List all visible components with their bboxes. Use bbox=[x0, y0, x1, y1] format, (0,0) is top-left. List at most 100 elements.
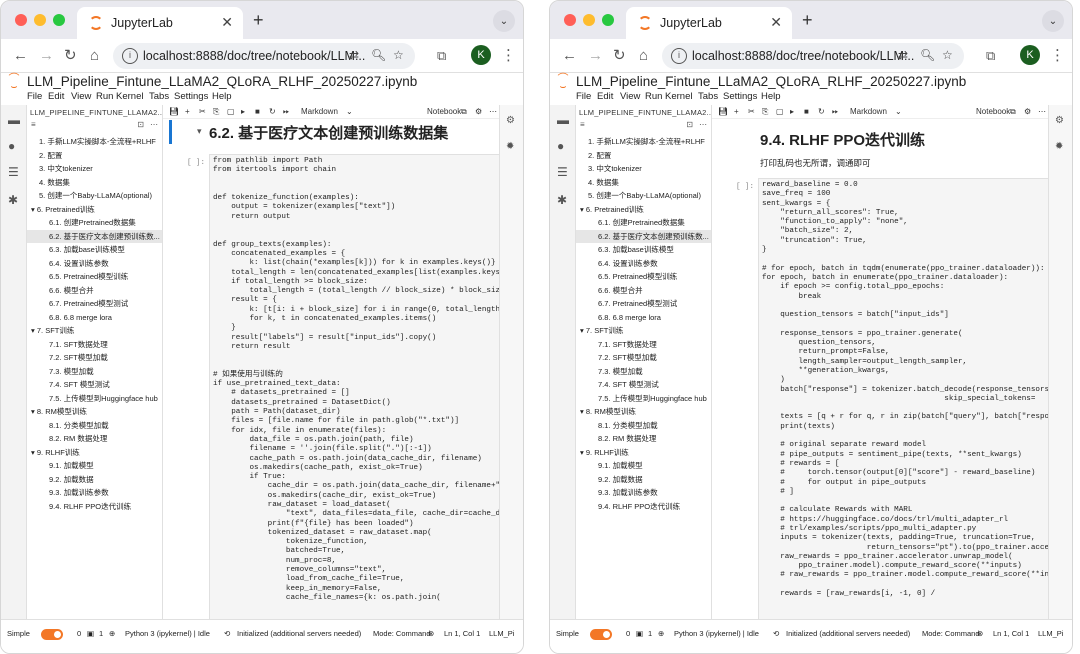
toc-item[interactable]: 1. 手撕LLM实操脚本-全流程+RLHF bbox=[27, 135, 162, 149]
toc-item[interactable]: 7.5. 上传模型到Huggingface hub bbox=[27, 392, 162, 406]
toc-item[interactable]: ▾ 9. RLHF训练 bbox=[27, 446, 162, 460]
site-info-icon[interactable]: i bbox=[122, 48, 138, 64]
debugger-icon[interactable]: ✹ bbox=[506, 141, 514, 152]
cut-icon[interactable]: ✂ bbox=[199, 107, 206, 116]
toc-item[interactable]: 9.3. 加载训练参数 bbox=[576, 486, 711, 500]
toc-item[interactable]: 6.6. 模型合并 bbox=[27, 284, 162, 298]
toc-item[interactable]: 9.2. 加载数据 bbox=[576, 473, 711, 487]
running-icon[interactable]: ● bbox=[8, 139, 15, 153]
toc-item[interactable]: 7.5. 上传模型到Huggingface hub bbox=[576, 392, 711, 406]
toc-item[interactable]: 8.1. 分类模型加载 bbox=[576, 419, 711, 433]
open-new-icon[interactable]: ⧉ bbox=[1010, 107, 1016, 117]
toc-item[interactable]: 9.1. 加载模型 bbox=[576, 459, 711, 473]
lsp-status[interactable]: Initialized (additional servers needed) bbox=[786, 629, 910, 638]
reload-icon[interactable]: ↻ bbox=[613, 46, 626, 66]
extensions-icon[interactable]: ⧉ bbox=[986, 46, 995, 66]
toc-item[interactable]: 7.3. 模型加载 bbox=[576, 365, 711, 379]
save-icon[interactable]: 💾︎ bbox=[718, 107, 728, 116]
toc-item[interactable]: 3. 中文tokenizer bbox=[576, 162, 711, 176]
restart-run-all-icon[interactable]: ⏩︎ bbox=[832, 107, 838, 117]
collapse-heading-icon[interactable]: ▾ bbox=[197, 126, 202, 137]
more-icon[interactable]: ⋯ bbox=[1038, 107, 1046, 116]
stop-icon[interactable]: ■ bbox=[255, 107, 260, 116]
address-bar[interactable]: i localhost:8888/doc/tree/notebook/LLM..… bbox=[113, 43, 415, 69]
copy-icon[interactable]: ⎘ bbox=[762, 107, 768, 117]
menu-run[interactable]: Run bbox=[645, 91, 662, 102]
more-icon[interactable]: ⋯ bbox=[489, 107, 497, 116]
cursor-position[interactable]: Ln 1, Col 1 bbox=[444, 629, 480, 638]
insert-cell-icon[interactable]: + bbox=[734, 107, 739, 116]
address-bar[interactable]: i localhost:8888/doc/tree/notebook/LLM..… bbox=[662, 43, 964, 69]
toc-item[interactable]: 6.5. Pretrained模型训练 bbox=[576, 270, 711, 284]
run-icon[interactable]: ▸ bbox=[790, 107, 794, 116]
forward-icon[interactable]: → bbox=[39, 46, 54, 66]
toc-item[interactable]: 9.1. 加载模型 bbox=[27, 459, 162, 473]
toc-item[interactable]: 4. 数据集 bbox=[576, 176, 711, 190]
toc-item[interactable]: 6.4. 设置训练参数 bbox=[576, 257, 711, 271]
toc-item[interactable]: 6.7. Pretrained模型测试 bbox=[27, 297, 162, 311]
toc-item[interactable]: 2. 配置 bbox=[27, 149, 162, 163]
back-icon[interactable]: ← bbox=[13, 46, 28, 66]
notebook-kernel-label[interactable]: Notebook bbox=[427, 107, 461, 116]
restart-icon[interactable]: ↻ bbox=[269, 107, 276, 116]
menu-edit[interactable]: Edit bbox=[48, 91, 64, 102]
menu-settings[interactable]: Settings bbox=[174, 91, 208, 102]
menu-run[interactable]: Run bbox=[96, 91, 113, 102]
reload-icon[interactable]: ↻ bbox=[64, 46, 77, 66]
simple-mode-toggle[interactable] bbox=[590, 629, 612, 640]
folder-icon[interactable]: ▬ bbox=[557, 113, 569, 127]
open-new-icon[interactable]: ⧉ bbox=[461, 107, 467, 117]
settings-gear-icon[interactable]: ⚙ bbox=[475, 107, 482, 116]
toc-item[interactable]: 5. 创建一个Baby-LLaMA(optional) bbox=[576, 189, 711, 203]
home-icon[interactable]: ⌂ bbox=[639, 46, 648, 66]
extension-manager-icon[interactable]: ✱ bbox=[557, 193, 567, 207]
toc-more-icon[interactable]: ⋯ bbox=[699, 120, 707, 129]
browser-menu-icon[interactable]: ⋮ bbox=[1050, 46, 1065, 66]
close-window-button[interactable] bbox=[15, 14, 27, 26]
maximize-window-button[interactable] bbox=[53, 14, 65, 26]
toc-item[interactable]: 7.2. SFT模型加载 bbox=[576, 351, 711, 365]
menu-tabs[interactable]: Tabs bbox=[698, 91, 718, 102]
extension-manager-icon[interactable]: ✱ bbox=[8, 193, 18, 207]
restart-icon[interactable]: ↻ bbox=[818, 107, 825, 116]
menu-edit[interactable]: Edit bbox=[597, 91, 613, 102]
browser-tab[interactable]: JupyterLab ✕ bbox=[626, 7, 792, 39]
new-tab-icon[interactable]: + bbox=[802, 10, 813, 31]
toc-item[interactable]: ▾ 9. RLHF训练 bbox=[576, 446, 711, 460]
toc-item[interactable]: 6.3. 加载base训练模型 bbox=[576, 243, 711, 257]
toc-collapse-icon[interactable]: ⊡ bbox=[686, 120, 693, 129]
notification-icon[interactable]: ⊗ bbox=[428, 629, 434, 638]
menu-kernel[interactable]: Kernel bbox=[665, 91, 692, 102]
toc-item[interactable]: ▾ 7. SFT训练 bbox=[27, 324, 162, 338]
simple-mode-toggle[interactable] bbox=[41, 629, 63, 640]
tab-search-icon[interactable]: ⌄ bbox=[1042, 10, 1064, 32]
toc-item[interactable]: ▾ 6. Pretrained训练 bbox=[576, 203, 711, 217]
paste-icon[interactable]: ▢ bbox=[227, 107, 235, 116]
profile-avatar[interactable]: K bbox=[1020, 45, 1040, 65]
toc-item[interactable]: 4. 数据集 bbox=[27, 176, 162, 190]
translate-icon[interactable]: ⇄ bbox=[898, 48, 908, 62]
toc-collapse-icon[interactable]: ⊡ bbox=[137, 120, 144, 129]
browser-tab[interactable]: JupyterLab ✕ bbox=[77, 7, 243, 39]
copy-icon[interactable]: ⎘ bbox=[213, 107, 219, 117]
minimize-window-button[interactable] bbox=[34, 14, 46, 26]
kernel-status[interactable]: Python 3 (ipykernel) | Idle bbox=[125, 629, 210, 638]
toc-item[interactable]: 7.3. 模型加载 bbox=[27, 365, 162, 379]
extensions-icon[interactable]: ⧉ bbox=[437, 46, 446, 66]
toc-item[interactable]: 6.2. 基于医疗文本创建预训练数... bbox=[576, 229, 711, 243]
code-cell[interactable]: from pathlib import Path from itertools i… bbox=[209, 154, 509, 619]
toc-item[interactable]: 6.2. 基于医疗文本创建预训练数... bbox=[27, 229, 162, 243]
toc-item[interactable]: ▾ 8. RM模型训练 bbox=[576, 405, 711, 419]
chevron-down-icon[interactable]: ⌄ bbox=[346, 107, 353, 116]
toc-item[interactable]: 8.1. 分类模型加载 bbox=[27, 419, 162, 433]
menu-help[interactable]: Help bbox=[761, 91, 781, 102]
close-window-button[interactable] bbox=[564, 14, 576, 26]
toc-item[interactable]: 5. 创建一个Baby-LLaMA(optional) bbox=[27, 189, 162, 203]
bookmark-star-icon[interactable]: ☆ bbox=[393, 48, 404, 62]
menu-file[interactable]: File bbox=[27, 91, 42, 102]
insert-cell-icon[interactable]: + bbox=[185, 107, 190, 116]
property-inspector-icon[interactable]: ⚙ bbox=[1055, 115, 1064, 126]
menu-view[interactable]: View bbox=[620, 91, 640, 102]
toc-item[interactable]: 7.4. SFT 模型测试 bbox=[576, 378, 711, 392]
toc-item[interactable]: 6.3. 加载base训练模型 bbox=[27, 243, 162, 257]
